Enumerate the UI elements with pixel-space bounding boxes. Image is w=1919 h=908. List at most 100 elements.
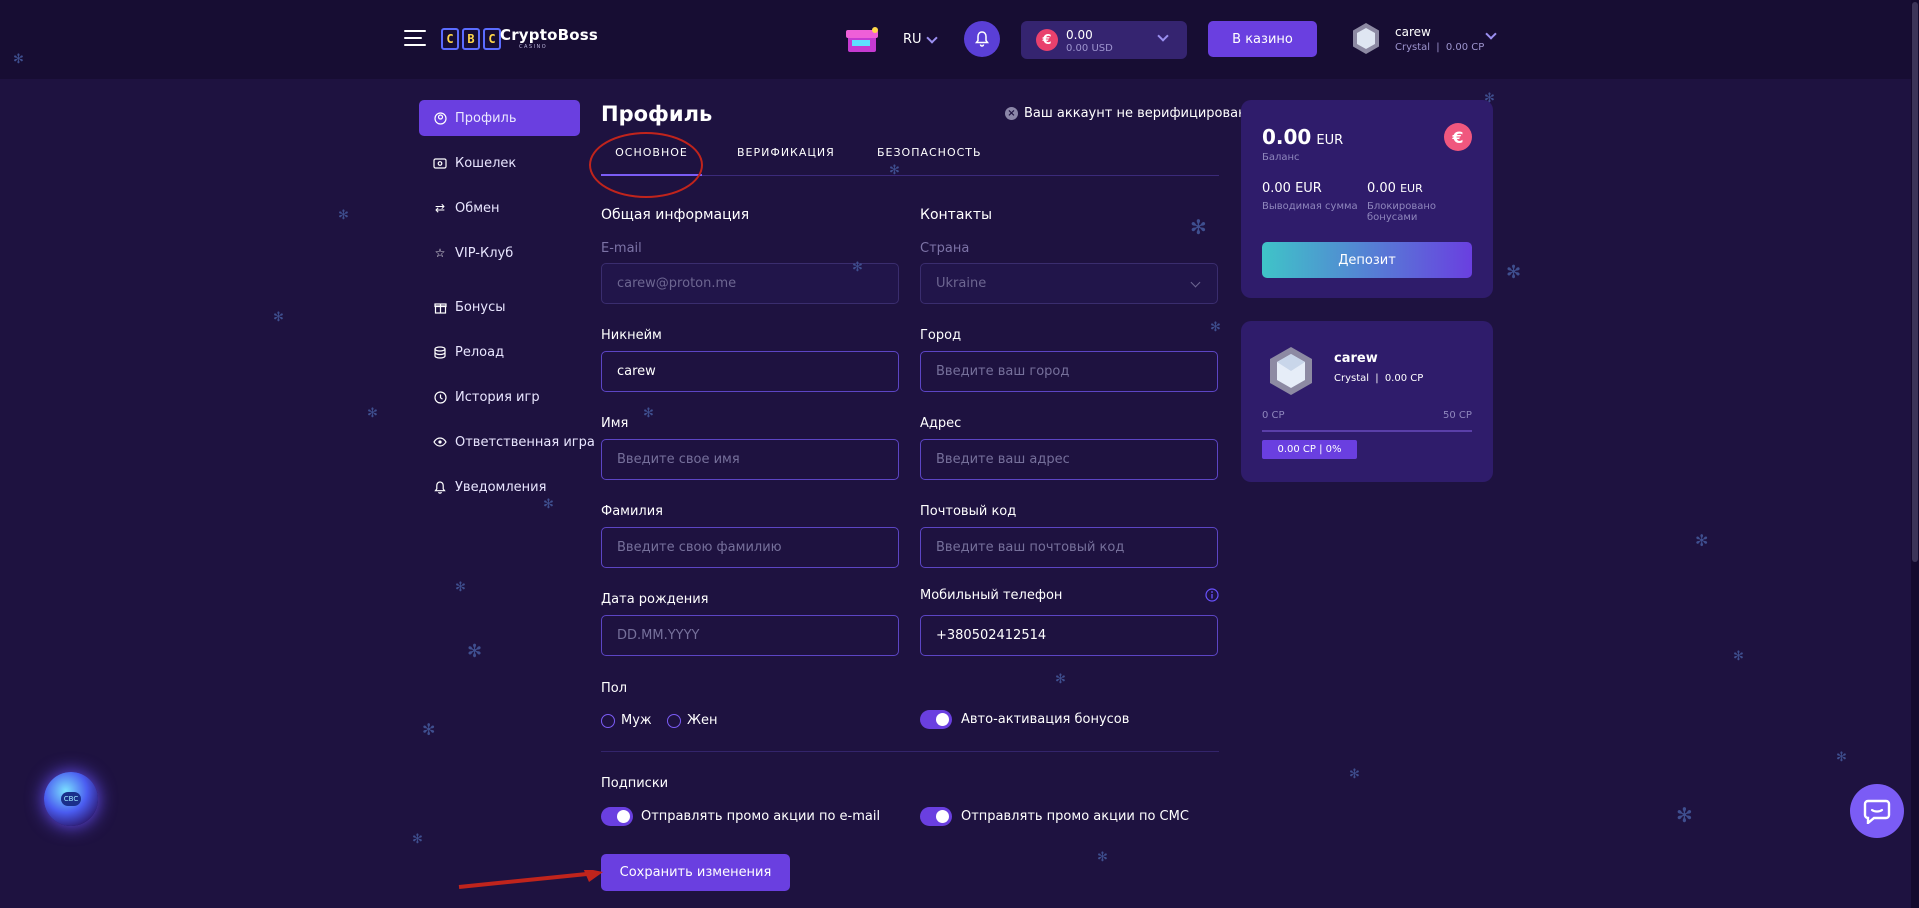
sidebar-item-label: Уведомления xyxy=(455,479,547,495)
blocked-label-line: Блокировано xyxy=(1367,201,1437,212)
promo-email-label: Отправлять промо акции по e-mail xyxy=(641,809,881,824)
arrow-annotation xyxy=(458,870,603,889)
promo-chest-icon[interactable] xyxy=(844,24,882,56)
sidebar-item-label: История игр xyxy=(455,389,540,405)
sidebar-item-bonuses[interactable]: Бонусы xyxy=(419,289,580,325)
withdrawable-amount: 0.00 EUR xyxy=(1262,181,1322,196)
blocked-label: Блокировано бонусами xyxy=(1367,201,1436,223)
sidebar-item-notifications[interactable]: Уведомления xyxy=(419,469,580,505)
country-select[interactable] xyxy=(920,263,1218,304)
logo-mark[interactable]: C B C xyxy=(441,28,501,50)
chevron-down-icon xyxy=(1157,30,1169,42)
phone-label: Мобильный телефон xyxy=(920,588,1063,603)
nickname-field[interactable] xyxy=(601,351,899,392)
auto-bonus-label: Авто-активация бонусов xyxy=(961,712,1130,727)
withdrawable-label: Выводимая сумма xyxy=(1262,201,1358,212)
birth-date-field[interactable] xyxy=(601,615,899,656)
gender-male-label: Муж xyxy=(621,713,652,728)
vip-username: carew xyxy=(1334,351,1378,366)
language-selector[interactable]: RU xyxy=(903,31,938,47)
logo-text[interactable]: CryptoBoss xyxy=(500,26,598,44)
balance-label: Баланс xyxy=(1262,152,1300,163)
balance-currency: EUR xyxy=(1316,133,1344,148)
crystal-badge-icon xyxy=(1270,347,1312,395)
logo-letter: B xyxy=(462,28,480,50)
verification-status: × Ваш аккаунт не верифицирован xyxy=(1005,106,1247,121)
balance-amount: 0.00 xyxy=(1262,125,1312,149)
snowflake-icon: ✻ xyxy=(467,641,483,662)
promo-floating-button[interactable]: CBC xyxy=(44,772,98,826)
gender-female-option[interactable]: Жен xyxy=(667,713,718,728)
postal-code-label: Почтовый код xyxy=(920,504,1017,519)
header-user-level: Crystal xyxy=(1395,42,1431,53)
phone-field[interactable] xyxy=(920,615,1218,656)
tab-verification[interactable]: ВЕРИФИКАЦИЯ xyxy=(737,146,835,176)
logo-mark: CBC xyxy=(61,792,81,806)
balance-selector[interactable]: € 0.00 0.00 USD xyxy=(1021,21,1187,59)
radio-button[interactable] xyxy=(667,713,681,728)
user-menu[interactable]: carew Crystal | 0.00 CP xyxy=(1351,22,1501,58)
sidebar-item-exchange[interactable]: ⇄ Обмен xyxy=(419,190,580,226)
snowflake-icon: ✻ xyxy=(422,720,436,739)
vip-level: Crystal xyxy=(1334,373,1370,384)
bell-icon xyxy=(433,480,447,494)
progress-min-label: 0 CP xyxy=(1262,410,1285,421)
sidebar-item-profile[interactable]: Профиль xyxy=(419,100,580,136)
last-name-label: Фамилия xyxy=(601,504,663,519)
notifications-button[interactable] xyxy=(964,21,1000,57)
gender-male-option[interactable]: Муж xyxy=(601,713,652,728)
header-user-status: Crystal | 0.00 CP xyxy=(1395,42,1485,53)
sidebar-item-responsible-gaming[interactable]: Ответственная игра xyxy=(419,424,595,460)
sidebar-item-history[interactable]: История игр xyxy=(419,379,580,415)
first-name-field[interactable] xyxy=(601,439,899,480)
header-balance-usd: 0.00 USD xyxy=(1066,43,1113,54)
clock-icon xyxy=(433,390,447,404)
menu-icon[interactable] xyxy=(404,30,426,48)
snowflake-icon: ✻ xyxy=(1055,672,1066,687)
crystal-badge-icon xyxy=(1353,23,1379,54)
subscriptions-heading: Подписки xyxy=(601,776,669,791)
promo-sms-label: Отправлять промо акции по СМС xyxy=(961,809,1189,824)
sidebar-item-reload[interactable]: Релоад xyxy=(419,334,580,370)
sidebar-item-label: Релоад xyxy=(455,344,505,360)
star-icon: ☆ xyxy=(434,246,446,260)
postal-code-field[interactable] xyxy=(920,527,1218,568)
euro-icon: € xyxy=(1444,123,1472,151)
sidebar-item-label: Кошелек xyxy=(455,155,517,171)
snowflake-icon: ✻ xyxy=(1210,320,1221,335)
sidebar-item-wallet[interactable]: Кошелек xyxy=(419,145,580,181)
snowflake-icon: ✻ xyxy=(455,580,466,595)
address-label: Адрес xyxy=(920,416,962,431)
vip-progress-badge: 0.00 CP | 0% xyxy=(1262,440,1357,459)
city-field[interactable] xyxy=(920,351,1218,392)
snowflake-icon: ✻ xyxy=(1506,262,1522,283)
general-info-heading: Общая информация xyxy=(601,207,750,223)
address-field[interactable] xyxy=(920,439,1218,480)
save-changes-button[interactable]: Сохранить изменения xyxy=(601,854,790,891)
snowflake-icon: ✻ xyxy=(273,310,284,325)
gender-label: Пол xyxy=(601,681,628,696)
blocked-amount: 0.00 xyxy=(1367,181,1396,196)
header-balance-amount: 0.00 xyxy=(1066,28,1093,42)
highlight-circle-annotation xyxy=(589,132,703,198)
promo-sms-toggle[interactable] xyxy=(920,807,952,826)
support-chat-button[interactable] xyxy=(1850,784,1904,838)
casino-button[interactable]: В казино xyxy=(1208,21,1317,57)
balance-total: 0.00 EUR xyxy=(1262,125,1343,149)
snowflake-icon: ✻ xyxy=(1676,803,1693,827)
header-username: carew xyxy=(1395,25,1431,39)
sidebar-item-vip[interactable]: ☆ VIP-Клуб xyxy=(419,235,580,271)
radio-button[interactable] xyxy=(601,713,615,728)
sidebar-item-label: Обмен xyxy=(455,200,500,216)
close-circle-icon: × xyxy=(1005,107,1018,120)
snowflake-icon: ✻ xyxy=(543,497,554,512)
logo-subtitle: CASINO xyxy=(519,44,548,50)
info-icon[interactable] xyxy=(1205,588,1219,602)
promo-email-toggle[interactable] xyxy=(601,807,633,826)
scrollbar-thumb[interactable] xyxy=(1912,2,1918,562)
chevron-down-icon xyxy=(1485,28,1497,40)
nickname-label: Никнейм xyxy=(601,328,662,343)
auto-bonus-toggle[interactable] xyxy=(920,710,952,729)
last-name-field[interactable] xyxy=(601,527,899,568)
deposit-button[interactable]: Депозит xyxy=(1262,242,1472,278)
